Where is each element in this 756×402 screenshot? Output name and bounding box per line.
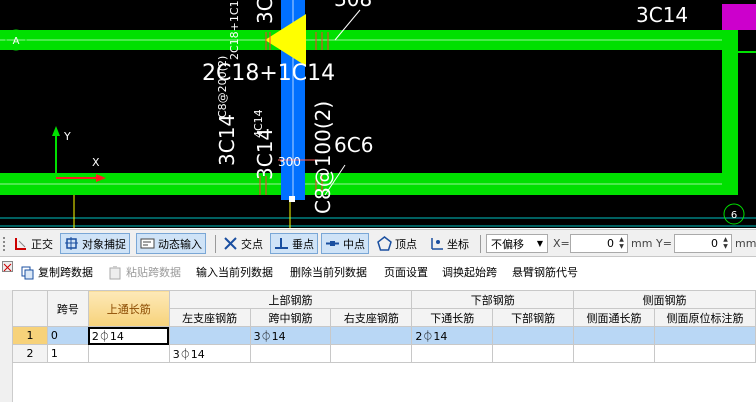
axis-6-label: 6	[731, 210, 737, 221]
page-setup-button[interactable]: 页面设置	[384, 264, 428, 280]
x-offset-spinner-icon[interactable]: ▲ ▼	[617, 236, 626, 251]
cell-span[interactable]: 0	[46, 326, 89, 345]
header-span[interactable]: 跨号	[46, 290, 89, 327]
cell-top-through[interactable]	[87, 344, 170, 363]
swap-start-span-button[interactable]: 调换起始跨	[442, 264, 497, 280]
cell-side-through[interactable]	[573, 326, 655, 345]
paste-span-button[interactable]: 粘贴跨数据	[108, 264, 181, 280]
x-offset-label: X=	[553, 237, 570, 250]
table-row[interactable]: 2 1 3⏀14	[12, 344, 756, 363]
copy-icon	[20, 265, 35, 280]
axis-a-label: A	[13, 36, 20, 47]
header-bottom-bar[interactable]: 下部钢筋	[492, 308, 575, 327]
snap-toolbar: 正交 对象捕捉 动态输入 交点 垂点 中点 顶点 坐标 不偏移 ▼ X= 0 ▲…	[0, 229, 756, 257]
row-number[interactable]: 1	[12, 326, 48, 345]
cad-drawing-canvas[interactable]: A 6 Y X 3C14 308 2C18+1C14 6C6 300 2C18+…	[0, 0, 756, 228]
cell-left-support[interactable]	[168, 326, 251, 345]
label-308: 308	[334, 0, 372, 11]
object-snap-icon	[64, 236, 79, 251]
label-vertical-c8-200: C8@200(2)	[216, 56, 229, 118]
cell-bottom-bar[interactable]	[492, 326, 575, 345]
cell-right-support[interactable]	[330, 326, 413, 345]
header-mid-span[interactable]: 跨中钢筋	[249, 308, 332, 327]
delete-column-button[interactable]: 删除当前列数据	[290, 264, 367, 280]
toolbar-grip[interactable]	[3, 237, 7, 251]
y-offset-label: Y=	[656, 237, 672, 250]
label-3c14-right: 3C14	[636, 3, 688, 27]
midpoint-icon	[325, 236, 340, 251]
header-top-through[interactable]: 上通长筋	[87, 290, 170, 327]
label-6c6: 6C6	[334, 133, 373, 157]
chevron-down-icon: ▼	[536, 239, 543, 248]
cell-bottom-through[interactable]: 2⏀14	[411, 326, 494, 345]
label-300: 300	[278, 155, 301, 169]
dynamic-input-icon	[140, 236, 155, 251]
intersection-icon	[223, 236, 238, 251]
ucs-x-label: X	[92, 156, 100, 169]
ortho-icon	[13, 236, 28, 251]
label-vertical-2c18: 2C18+1C14	[228, 0, 241, 60]
cell-span[interactable]: 1	[46, 344, 89, 363]
vertex-snap[interactable]: 顶点	[374, 233, 420, 254]
dynamic-input-toggle[interactable]: 动态输入	[136, 233, 206, 254]
cad-drawing: A 6 Y X 3C14 308 2C18+1C14 6C6 300 2C18+…	[0, 0, 756, 228]
cell-side-original[interactable]	[654, 344, 756, 363]
cell-bottom-through[interactable]	[411, 344, 494, 363]
coordinate-icon	[429, 236, 444, 251]
label-vertical-3c14-left: 3C14	[215, 114, 239, 166]
cell-mid-span[interactable]	[249, 344, 332, 363]
copy-span-button[interactable]: 复制跨数据	[20, 264, 93, 280]
cell-left-support[interactable]: 3⏀14	[168, 344, 251, 363]
header-bottom-through[interactable]: 下通长筋	[411, 308, 494, 327]
y-offset-spinner-icon[interactable]: ▲ ▼	[721, 236, 730, 251]
header-right-support[interactable]: 右支座钢筋	[330, 308, 413, 327]
x-offset-input[interactable]: 0 ▲ ▼	[570, 234, 628, 253]
header-side-through[interactable]: 侧面通长筋	[573, 308, 655, 327]
x-offset-unit: mm	[631, 237, 653, 250]
cell-side-original[interactable]	[654, 326, 756, 345]
header-side-original[interactable]: 侧面原位标注筋	[654, 308, 756, 327]
cell-side-through[interactable]	[573, 344, 655, 363]
offset-mode-select[interactable]: 不偏移 ▼	[486, 234, 548, 253]
ucs-y-label: Y	[63, 130, 71, 143]
span-data-panel: 复制跨数据 粘贴跨数据 输入当前列数据 删除当前列数据 页面设置 调换起始跨 悬…	[0, 257, 756, 402]
label-vertical-c8-100: C8@100(2)	[311, 101, 335, 214]
header-side-group: 侧面钢筋	[573, 290, 756, 309]
paste-icon	[108, 265, 123, 280]
y-offset-input[interactable]: 0 ▲ ▼	[674, 234, 732, 253]
y-offset-unit: mm	[735, 237, 756, 250]
header-left-support[interactable]: 左支座钢筋	[168, 308, 251, 327]
coordinate-snap[interactable]: 坐标	[426, 233, 472, 254]
cell-right-support[interactable]	[330, 344, 413, 363]
perpendicular-icon	[274, 236, 289, 251]
cell-mid-span[interactable]: 3⏀14	[249, 326, 332, 345]
object-snap-toggle[interactable]: 对象捕捉	[60, 233, 130, 254]
row-number-header	[12, 290, 48, 327]
span-data-grid: 跨号 上通长筋 上部钢筋 下部钢筋 侧面钢筋 左支座钢筋 跨中钢筋 右支座钢筋 …	[12, 290, 756, 363]
perpendicular-snap[interactable]: 垂点	[270, 233, 318, 254]
vertex-icon	[377, 236, 392, 251]
cell-top-through[interactable]: 2⏀14	[87, 326, 170, 345]
pink-column	[722, 4, 756, 30]
header-bottom-group: 下部钢筋	[411, 290, 575, 309]
input-column-button[interactable]: 输入当前列数据	[196, 264, 273, 280]
header-top-group: 上部钢筋	[168, 290, 413, 309]
right-beam	[722, 30, 738, 195]
intersection-snap[interactable]: 交点	[220, 233, 266, 254]
cantilever-code-button[interactable]: 悬臂钢筋代号	[512, 264, 578, 280]
row-number[interactable]: 2	[12, 344, 48, 363]
table-row[interactable]: 1 0 2⏀14 3⏀14 2⏀14	[12, 326, 756, 345]
midpoint-snap[interactable]: 中点	[321, 233, 369, 254]
table-toolbar: 复制跨数据 粘贴跨数据 输入当前列数据 删除当前列数据 页面设置 调换起始跨 悬…	[0, 260, 756, 282]
ortho-toggle[interactable]: 正交	[10, 233, 56, 254]
label-vertical-4c14: 4C14	[252, 109, 265, 138]
cell-bottom-bar[interactable]	[492, 344, 575, 363]
label-vertical-3c14-top: 3C14	[253, 0, 277, 24]
